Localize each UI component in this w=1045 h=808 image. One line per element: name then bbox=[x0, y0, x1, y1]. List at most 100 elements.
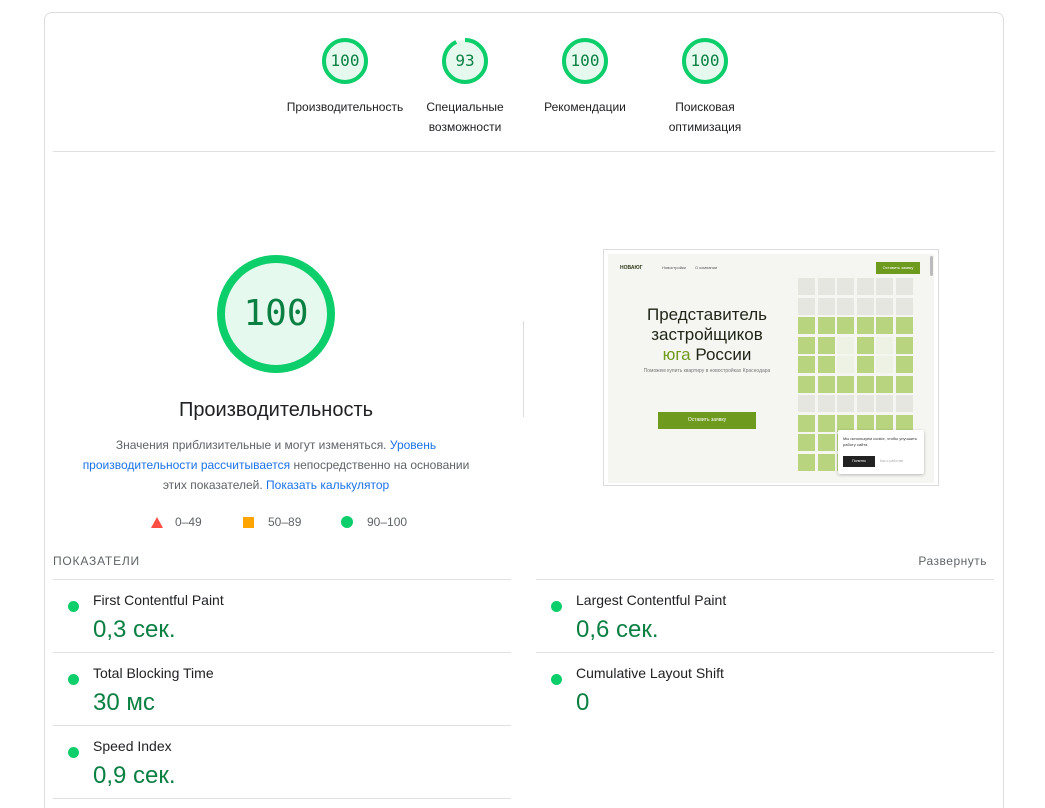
screenshot-page: НОВАЮГ Новостройки О компании Оставить з… bbox=[608, 254, 934, 483]
hero-grid-cell bbox=[856, 278, 874, 295]
performance-description: Значения приблизительные и могут изменят… bbox=[71, 435, 481, 495]
gauge-label: Производительность bbox=[286, 100, 404, 114]
pass-circle-icon bbox=[551, 674, 562, 685]
gauge-performance[interactable]: 100 Производительность bbox=[280, 37, 410, 117]
vertical-separator bbox=[523, 321, 524, 417]
hero-grid-cell bbox=[876, 375, 893, 393]
hero-grid-cell bbox=[856, 317, 874, 334]
site-headline: Представитель застройщиков юга России bbox=[622, 305, 792, 365]
headline-line: Представитель bbox=[646, 305, 767, 324]
hero-grid-cell bbox=[817, 395, 835, 412]
hero-grid-cell bbox=[856, 336, 874, 354]
hero-grid-cell bbox=[856, 356, 874, 373]
gauge-ring: 100 bbox=[681, 37, 729, 85]
hero-grid-cell bbox=[798, 336, 815, 354]
headline-accent: юга bbox=[662, 345, 691, 364]
gauge-best-practices[interactable]: 100 Рекомендации bbox=[520, 37, 650, 117]
hero-grid-cell bbox=[895, 395, 913, 412]
pass-circle-icon bbox=[341, 516, 353, 528]
legend-pass: 90–100 bbox=[341, 515, 407, 529]
gauge-score: 100 bbox=[330, 51, 360, 70]
performance-title: Производительность bbox=[178, 399, 374, 421]
hero-grid-cell bbox=[876, 356, 893, 373]
cookie-button: Понятно bbox=[843, 456, 875, 467]
hero-grid-cell bbox=[876, 297, 893, 315]
hero-grid-cell bbox=[895, 375, 913, 393]
metric-value: 30 мс bbox=[93, 689, 155, 716]
category-gauges: 100 Производительность 93 Специальные во… bbox=[45, 13, 1003, 153]
hero-grid-cell bbox=[817, 414, 835, 432]
hero-grid-cell bbox=[856, 395, 874, 412]
hero-grid-cell bbox=[798, 375, 815, 393]
headline-line: юга России bbox=[622, 345, 792, 365]
fail-triangle-icon bbox=[151, 516, 163, 528]
gauge-ring: 93 bbox=[441, 37, 489, 85]
lighthouse-report-card: 100 Производительность 93 Специальные во… bbox=[44, 12, 1004, 808]
pass-circle-icon bbox=[68, 747, 79, 758]
site-subtitle: Поможем купить квартиру в новостройках К… bbox=[643, 368, 771, 374]
pass-circle-icon bbox=[68, 674, 79, 685]
hero-grid-cell bbox=[837, 414, 854, 432]
metric-value: 0,6 сек. bbox=[576, 616, 659, 643]
metric-name: Total Blocking Time bbox=[93, 665, 214, 681]
hero-grid-cell bbox=[837, 375, 854, 393]
hero-grid-cell bbox=[876, 317, 893, 334]
hero-grid-cell bbox=[856, 414, 874, 432]
metric-name: Largest Contentful Paint bbox=[576, 592, 727, 608]
metrics-bottom-rule bbox=[53, 798, 511, 799]
hero-grid-cell bbox=[837, 356, 854, 373]
gauge-label: Специальные возможности bbox=[426, 100, 504, 134]
gauge-label: Поисковая оптимизация bbox=[668, 100, 742, 134]
hero-grid-cell bbox=[817, 356, 835, 373]
hero-grid-cell bbox=[895, 297, 913, 315]
legend-average-label: 50–89 bbox=[268, 515, 302, 529]
metric-fcp: First Contentful Paint 0,3 сек. bbox=[53, 579, 511, 652]
desc-text: Значения приблизительные и могут изменят… bbox=[115, 438, 387, 452]
gauge-accessibility[interactable]: 93 Специальные возможности bbox=[400, 37, 530, 137]
gauge-label: Рекомендации bbox=[544, 100, 626, 114]
hero-grid-cell bbox=[798, 434, 815, 451]
hero-grid-cell bbox=[895, 414, 913, 432]
site-nav: Новостройки О компании bbox=[662, 265, 725, 270]
show-calculator-link[interactable]: Показать калькулятор bbox=[266, 478, 389, 492]
hero-grid-cell bbox=[837, 395, 854, 412]
hero-grid-cell bbox=[895, 317, 913, 334]
cookie-text: Мы используем cookie, чтобы улучшить раб… bbox=[843, 436, 917, 447]
metric-speed-index: Speed Index 0,9 сек. bbox=[53, 725, 511, 798]
expand-toggle[interactable]: Развернуть bbox=[918, 554, 987, 568]
hero-grid-cell bbox=[817, 336, 835, 354]
hero-grid-cell bbox=[856, 375, 874, 393]
metric-lcp: Largest Contentful Paint 0,6 сек. bbox=[536, 579, 994, 652]
hero-grid-cell bbox=[798, 453, 815, 471]
hero-grid-cell bbox=[798, 356, 815, 373]
legend-fail-label: 0–49 bbox=[175, 515, 202, 529]
gauge-seo[interactable]: 100 Поисковая оптимизация bbox=[640, 37, 770, 137]
site-scrollbar bbox=[930, 256, 933, 276]
legend-fail: 0–49 bbox=[151, 515, 202, 529]
metric-value: 0,9 сек. bbox=[93, 762, 176, 789]
metrics-header: ПОКАЗАТЕЛИ bbox=[53, 554, 140, 568]
site-nav-item: О компании bbox=[695, 265, 718, 270]
hero-grid-cell bbox=[837, 336, 854, 354]
gauge-ring: 100 bbox=[321, 37, 369, 85]
hero-grid-cell bbox=[798, 414, 815, 432]
hero-grid-cell bbox=[837, 278, 854, 295]
hero-grid-cell bbox=[817, 297, 835, 315]
hero-grid-cell bbox=[817, 434, 835, 451]
final-screenshot[interactable]: НОВАЮГ Новостройки О компании Оставить з… bbox=[603, 249, 939, 486]
average-square-icon bbox=[243, 516, 254, 528]
hero-grid-cell bbox=[798, 278, 815, 295]
hero-grid-cell bbox=[798, 297, 815, 315]
legend-pass-label: 90–100 bbox=[367, 515, 408, 529]
pass-circle-icon bbox=[68, 601, 79, 612]
hero-grid-cell bbox=[817, 375, 835, 393]
site-cta-top: Оставить заявку bbox=[876, 262, 920, 274]
gauge-ring: 100 bbox=[561, 37, 609, 85]
gauge-score: 100 bbox=[690, 51, 720, 70]
performance-score: 100 bbox=[243, 293, 309, 334]
metric-cls: Cumulative Layout Shift 0 bbox=[536, 652, 994, 725]
hero-grid-cell bbox=[837, 317, 854, 334]
hero-grid-cell bbox=[837, 297, 854, 315]
hero-grid-cell bbox=[876, 395, 893, 412]
hero-grid-cell bbox=[876, 414, 893, 432]
